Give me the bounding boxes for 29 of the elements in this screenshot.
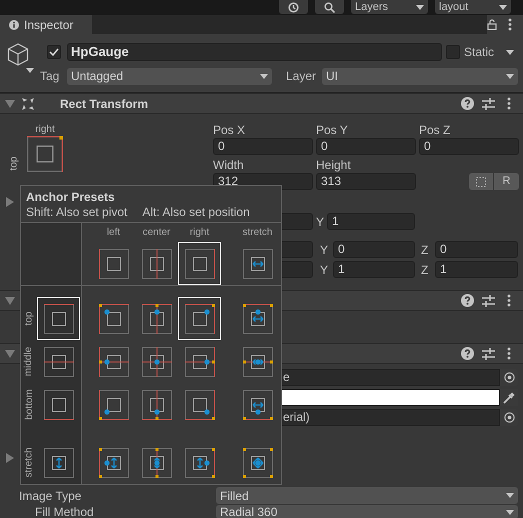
hint-text: Alt: Also set position <box>142 205 250 220</box>
property-label: Fill Method <box>34 505 95 518</box>
axis-label: Y <box>320 242 330 258</box>
column-label: left <box>106 226 120 239</box>
field-label: Height <box>316 157 352 173</box>
axis-label: Y <box>316 214 326 230</box>
layer-label: Layer <box>286 68 318 85</box>
row-label: bottom <box>22 389 36 420</box>
field-label: Width <box>213 157 245 173</box>
hint-text: Shift: Also set pivot <box>26 205 128 220</box>
column-label: stretch <box>242 226 272 239</box>
axis-label: Z <box>421 242 430 258</box>
field-label: Pos Z <box>419 122 452 138</box>
property-label: Image Type <box>18 488 82 502</box>
row-label: stretch <box>22 448 36 478</box>
component-title: Rect Transform <box>60 96 148 112</box>
column-label: center <box>142 226 170 239</box>
row-label: middle <box>22 346 36 376</box>
column-label: right <box>190 226 210 239</box>
row-label: top <box>22 312 36 326</box>
popup-title: Anchor Presets <box>26 190 116 205</box>
field-label: Pos Y <box>316 122 349 138</box>
axis-label: Y <box>320 262 330 278</box>
tag-label: Tag <box>40 68 60 85</box>
field-label: Pos X <box>213 122 246 138</box>
static-label: Static <box>464 44 494 61</box>
vertical-anchor-label: top <box>7 156 20 170</box>
horizontal-anchor-label: right <box>35 123 55 136</box>
axis-label: Z <box>421 262 430 278</box>
